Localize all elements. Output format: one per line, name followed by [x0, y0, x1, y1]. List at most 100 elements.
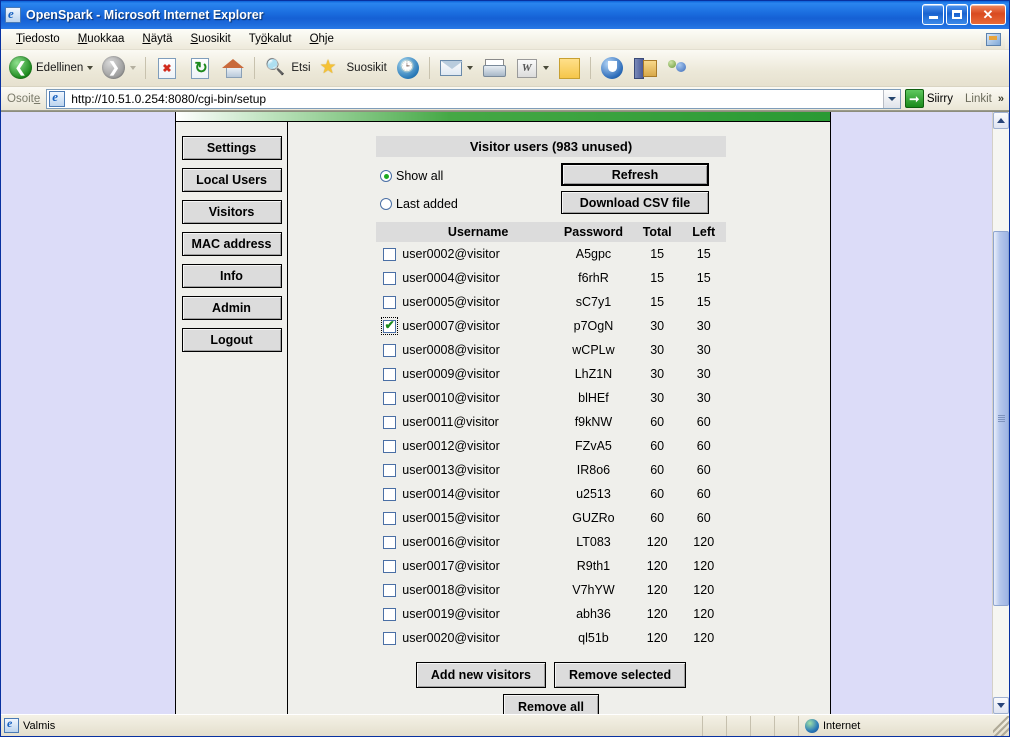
chevron-down-icon[interactable]	[466, 66, 473, 70]
go-button[interactable]: ➞ Siirry	[903, 88, 959, 110]
row-select-cell[interactable]	[376, 410, 402, 434]
history-button[interactable]	[392, 53, 424, 83]
checkbox-checked-icon[interactable]	[382, 318, 396, 334]
row-select-cell[interactable]	[376, 266, 402, 290]
back-button[interactable]: ❮ Edellinen	[5, 53, 97, 83]
mail-button[interactable]	[435, 53, 477, 83]
forward-button[interactable]: ❯	[98, 53, 140, 83]
menu-item-suosikit[interactable]: Suosikit	[181, 31, 239, 47]
checkbox-unchecked-icon[interactable]	[382, 512, 396, 526]
home-button[interactable]	[217, 53, 249, 83]
radio-last-added[interactable]: Last added	[380, 190, 561, 218]
checkbox-unchecked-icon[interactable]	[382, 584, 396, 598]
checkbox-unchecked-icon[interactable]	[382, 296, 396, 310]
row-select-cell[interactable]	[376, 482, 402, 506]
row-select-cell[interactable]	[376, 626, 402, 650]
checkbox-unchecked-icon[interactable]	[382, 464, 396, 478]
edit-button[interactable]: W	[511, 53, 553, 83]
checkbox-unchecked-icon[interactable]	[382, 344, 396, 358]
chevron-down-icon	[887, 96, 896, 101]
stop-button[interactable]	[151, 53, 183, 83]
checkbox-unchecked-icon[interactable]	[382, 272, 396, 286]
row-select-cell[interactable]	[376, 362, 402, 386]
chevron-down-icon[interactable]	[87, 66, 94, 70]
row-select-cell[interactable]	[376, 458, 402, 482]
menu-label: uokkaa	[87, 33, 125, 45]
messenger-button[interactable]	[596, 53, 628, 83]
remove-all-button[interactable]: Remove all	[502, 694, 599, 714]
checkbox-unchecked-icon[interactable]	[382, 416, 396, 430]
refresh-button[interactable]: Refresh	[561, 163, 709, 186]
search-button[interactable]: Etsi	[260, 53, 314, 83]
scrollbar-thumb[interactable]	[993, 231, 1009, 607]
checkbox-unchecked-icon[interactable]	[382, 560, 396, 574]
print-button[interactable]	[478, 53, 510, 83]
scroll-down-button[interactable]	[993, 697, 1009, 714]
checkbox-unchecked-icon[interactable]	[382, 608, 396, 622]
scroll-up-button[interactable]	[993, 112, 1009, 129]
address-input-wrapper[interactable]	[46, 88, 901, 109]
research-button[interactable]	[629, 53, 661, 83]
menu-item-nayta[interactable]: Näytä	[133, 31, 181, 47]
menu-item-tyokalut[interactable]: Työkalut	[240, 31, 301, 47]
sidebar-item-settings[interactable]: Settings	[181, 136, 282, 160]
row-password: f9kNW	[574, 415, 613, 429]
sidebar-item-info[interactable]: Info	[181, 264, 282, 288]
add-new-visitors-button[interactable]: Add new visitors	[415, 662, 546, 688]
sidebar-item-logout[interactable]: Logout	[181, 328, 282, 352]
scrollbar-track[interactable]	[993, 129, 1009, 697]
remove-selected-button[interactable]: Remove selected	[553, 662, 687, 688]
go-arrow-icon: ➞	[904, 89, 924, 108]
refresh-button[interactable]	[184, 53, 216, 83]
row-select-cell[interactable]	[376, 578, 402, 602]
row-select-cell[interactable]	[376, 530, 402, 554]
discuss-button[interactable]	[662, 53, 694, 83]
vertical-scrollbar[interactable]	[992, 112, 1009, 714]
sidebar-item-local-users[interactable]: Local Users	[181, 168, 282, 192]
chevron-down-icon[interactable]	[542, 66, 549, 70]
row-select-cell[interactable]	[376, 290, 402, 314]
security-zone: Internet	[798, 715, 993, 736]
checkbox-unchecked-icon[interactable]	[382, 632, 396, 646]
maximize-button[interactable]	[946, 4, 968, 25]
notes-button[interactable]	[554, 53, 585, 83]
sidebar-item-visitors[interactable]: Visitors	[181, 200, 282, 224]
checkbox-unchecked-icon[interactable]	[382, 368, 396, 382]
menu-item-tiedosto[interactable]: Tiedosto	[7, 31, 69, 47]
menu-item-ohje[interactable]: Ohje	[301, 31, 343, 47]
checkbox-unchecked-icon[interactable]	[382, 536, 396, 550]
toolbar-overflow-icon[interactable]: »	[998, 93, 1007, 105]
row-select-cell[interactable]	[376, 434, 402, 458]
sidebar-item-mac-address[interactable]: MAC address	[181, 232, 282, 256]
table-row: user0014@visitor u2513 60 60	[376, 482, 726, 506]
checkbox-unchecked-icon[interactable]	[382, 488, 396, 502]
column-header-total: Total	[632, 222, 682, 242]
table-action-buttons: Add new visitors Remove selected	[376, 662, 726, 688]
address-input[interactable]	[69, 90, 883, 107]
radio-show-all[interactable]: Show all	[380, 162, 561, 190]
row-left: 60	[696, 511, 711, 525]
download-csv-button[interactable]: Download CSV file	[561, 191, 709, 214]
favorites-button[interactable]: Suosikit	[316, 53, 391, 83]
word-icon: W	[516, 58, 537, 78]
table-row: user0015@visitor GUZRo 60 60	[376, 506, 726, 530]
row-select-cell[interactable]	[376, 386, 402, 410]
checkbox-unchecked-icon[interactable]	[382, 248, 396, 262]
row-select-cell[interactable]	[376, 602, 402, 626]
checkbox-unchecked-icon[interactable]	[382, 440, 396, 454]
row-select-cell[interactable]	[376, 314, 402, 338]
filter-radio-group: Show all Last added	[376, 162, 561, 218]
close-button[interactable]: ✕	[970, 4, 1006, 25]
row-select-cell[interactable]	[376, 506, 402, 530]
row-select-cell[interactable]	[376, 242, 402, 266]
address-dropdown-button[interactable]	[882, 89, 900, 108]
row-select-cell[interactable]	[376, 554, 402, 578]
sidebar-item-label: Logout	[210, 333, 253, 347]
minimize-button[interactable]	[922, 4, 944, 25]
links-button[interactable]: Linkit	[961, 93, 996, 105]
row-select-cell[interactable]	[376, 338, 402, 362]
checkbox-unchecked-icon[interactable]	[382, 392, 396, 406]
menu-item-muokkaa[interactable]: Muokkaa	[69, 31, 134, 47]
resize-grip-icon[interactable]	[993, 715, 1009, 736]
sidebar-item-admin[interactable]: Admin	[181, 296, 282, 320]
